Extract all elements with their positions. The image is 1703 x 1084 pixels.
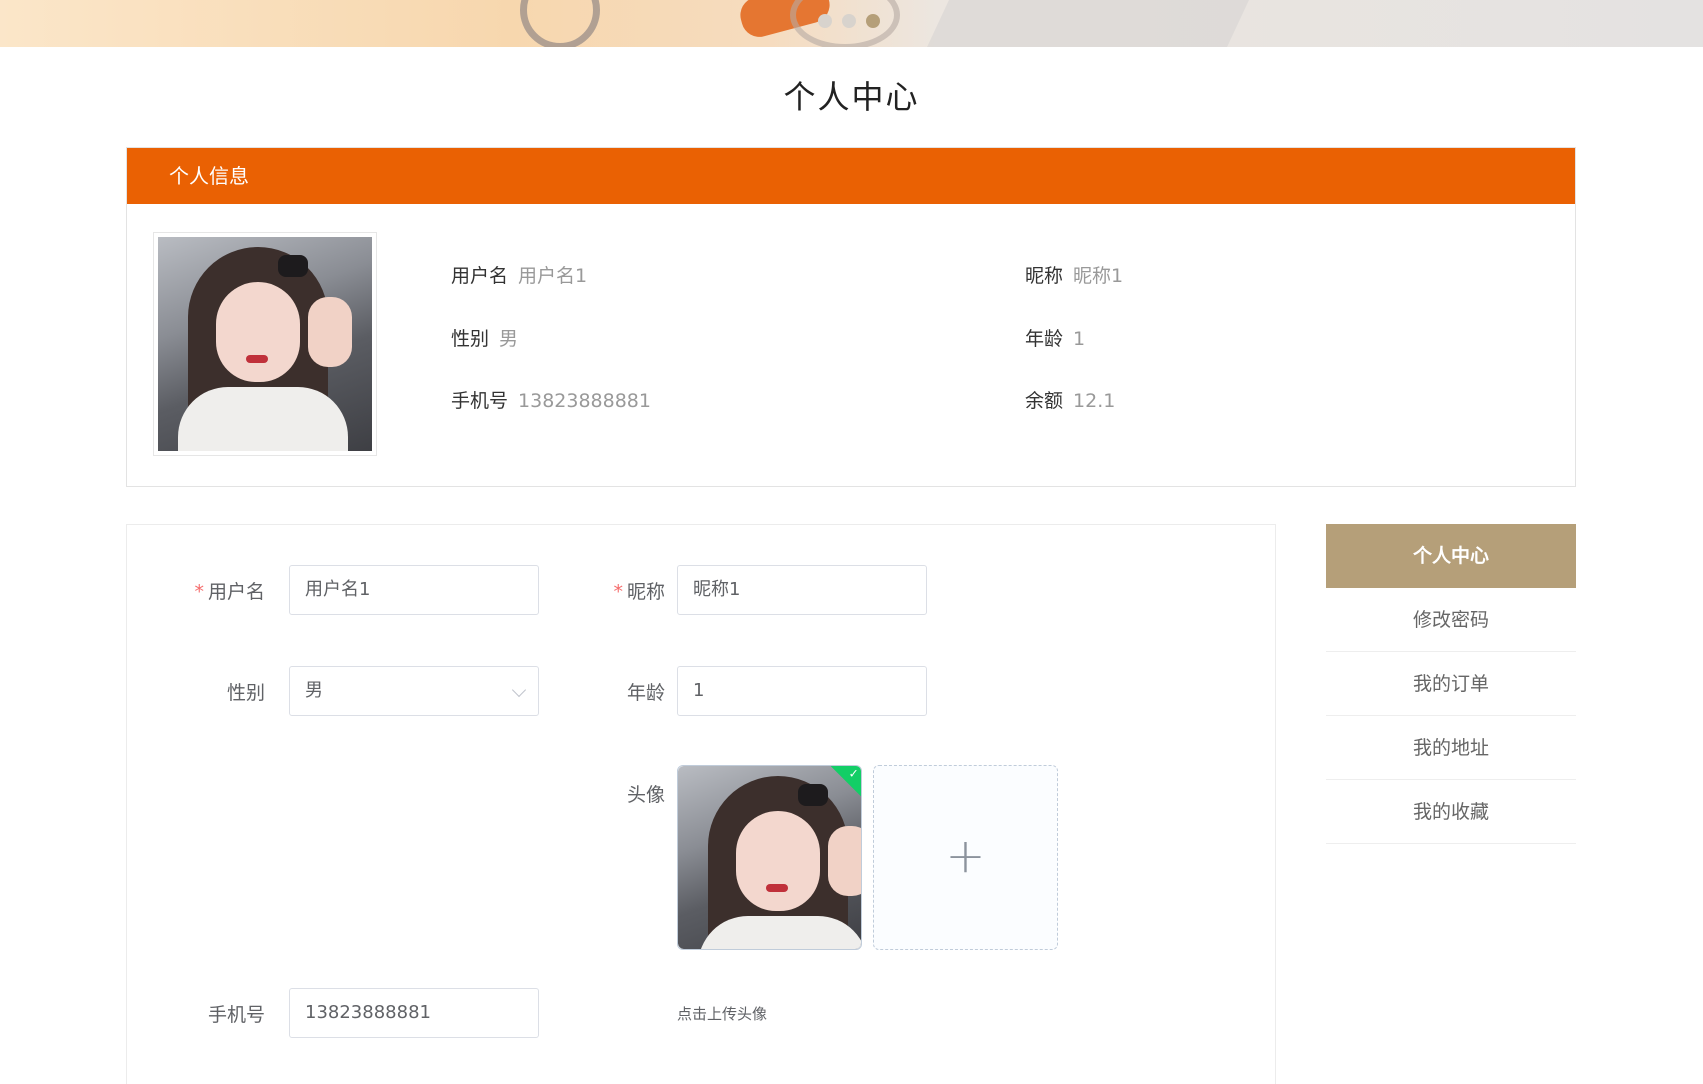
age-label: 年龄 bbox=[626, 682, 665, 704]
upload-avatar-tip[interactable]: 点击上传头像 bbox=[677, 1003, 767, 1024]
chevron-down-icon bbox=[511, 682, 527, 698]
info-phone-value: 13823888881 bbox=[518, 390, 651, 412]
required-mark: * bbox=[613, 581, 623, 603]
info-phone-label: 手机号 bbox=[451, 390, 509, 412]
info-username-value: 用户名1 bbox=[518, 265, 588, 287]
banner-image-shape bbox=[902, 0, 1268, 47]
age-input[interactable]: 1 bbox=[677, 666, 927, 716]
sidebar-item-personal-center[interactable]: 个人中心 bbox=[1326, 524, 1576, 588]
avatar bbox=[153, 232, 377, 456]
info-age-value: 1 bbox=[1073, 328, 1086, 350]
sidebar-item-my-address[interactable]: 我的地址 bbox=[1326, 716, 1576, 780]
upload-avatar-button[interactable]: + bbox=[873, 765, 1058, 950]
info-age: 年龄 1 bbox=[1025, 324, 1085, 351]
phone-label: 手机号 bbox=[207, 1004, 265, 1026]
banner-carousel[interactable] bbox=[0, 0, 1703, 47]
username-input[interactable]: 用户名1 bbox=[289, 565, 539, 615]
uploaded-avatar-thumbnail[interactable]: ✓ bbox=[677, 765, 862, 950]
carousel-indicators bbox=[818, 14, 880, 28]
phone-input[interactable]: 13823888881 bbox=[289, 988, 539, 1038]
info-balance: 余额 12.1 bbox=[1025, 386, 1115, 413]
uploaded-avatar-photo bbox=[678, 766, 861, 949]
carousel-dot-3[interactable] bbox=[866, 14, 880, 28]
info-nickname-label: 昵称 bbox=[1025, 265, 1064, 287]
personal-info-card: 个人信息 用户名 用户名1 昵称 昵称1 性别男 年龄 1 手机号 1382388888… bbox=[126, 147, 1576, 487]
sidebar-item-change-password[interactable]: 修改密码 bbox=[1326, 588, 1576, 652]
check-icon: ✓ bbox=[848, 766, 859, 781]
page-title: 个人中心 bbox=[783, 78, 920, 116]
personal-info-header: 个人信息 bbox=[127, 148, 1575, 204]
avatar-upload-label: 头像 bbox=[626, 784, 665, 806]
info-nickname: 昵称 昵称1 bbox=[1025, 261, 1123, 288]
info-username-label: 用户名 bbox=[451, 265, 509, 287]
edit-profile-form: * 用户名 用户名1 * 昵称 昵称1 性别 男 年龄 1 头像 ✓ + 点击上传头… bbox=[126, 524, 1276, 1084]
sidebar-menu: 个人中心 修改密码 我的订单 我的地址 我的收藏 bbox=[1326, 524, 1576, 844]
banner-image-shape bbox=[520, 0, 600, 47]
nickname-input[interactable]: 昵称1 bbox=[677, 565, 927, 615]
info-nickname-value: 昵称1 bbox=[1073, 265, 1124, 287]
carousel-dot-1[interactable] bbox=[818, 14, 832, 28]
nickname-label-text: 昵称 bbox=[626, 581, 665, 603]
username-label-text: 用户名 bbox=[207, 581, 265, 603]
info-age-label: 年龄 bbox=[1025, 328, 1064, 350]
info-balance-value: 12.1 bbox=[1073, 390, 1116, 412]
info-balance-label: 余额 bbox=[1025, 390, 1064, 412]
sidebar-item-my-orders[interactable]: 我的订单 bbox=[1326, 652, 1576, 716]
plus-icon: + bbox=[945, 828, 986, 884]
gender-select[interactable]: 男 bbox=[289, 666, 539, 716]
nickname-label: * 昵称 bbox=[545, 577, 665, 604]
info-gender-label: 性别 bbox=[451, 328, 490, 350]
info-gender-value: 男 bbox=[499, 328, 519, 350]
info-gender: 性别男 bbox=[451, 324, 518, 351]
info-phone: 手机号 13823888881 bbox=[451, 386, 651, 413]
info-username: 用户名 用户名1 bbox=[451, 261, 587, 288]
username-label: * 用户名 bbox=[145, 577, 265, 604]
sidebar-item-my-favorites[interactable]: 我的收藏 bbox=[1326, 780, 1576, 844]
carousel-dot-2[interactable] bbox=[842, 14, 856, 28]
gender-label: 性别 bbox=[226, 682, 265, 704]
required-mark: * bbox=[194, 581, 204, 603]
avatar-photo bbox=[158, 237, 372, 451]
gender-select-value: 男 bbox=[305, 680, 323, 701]
